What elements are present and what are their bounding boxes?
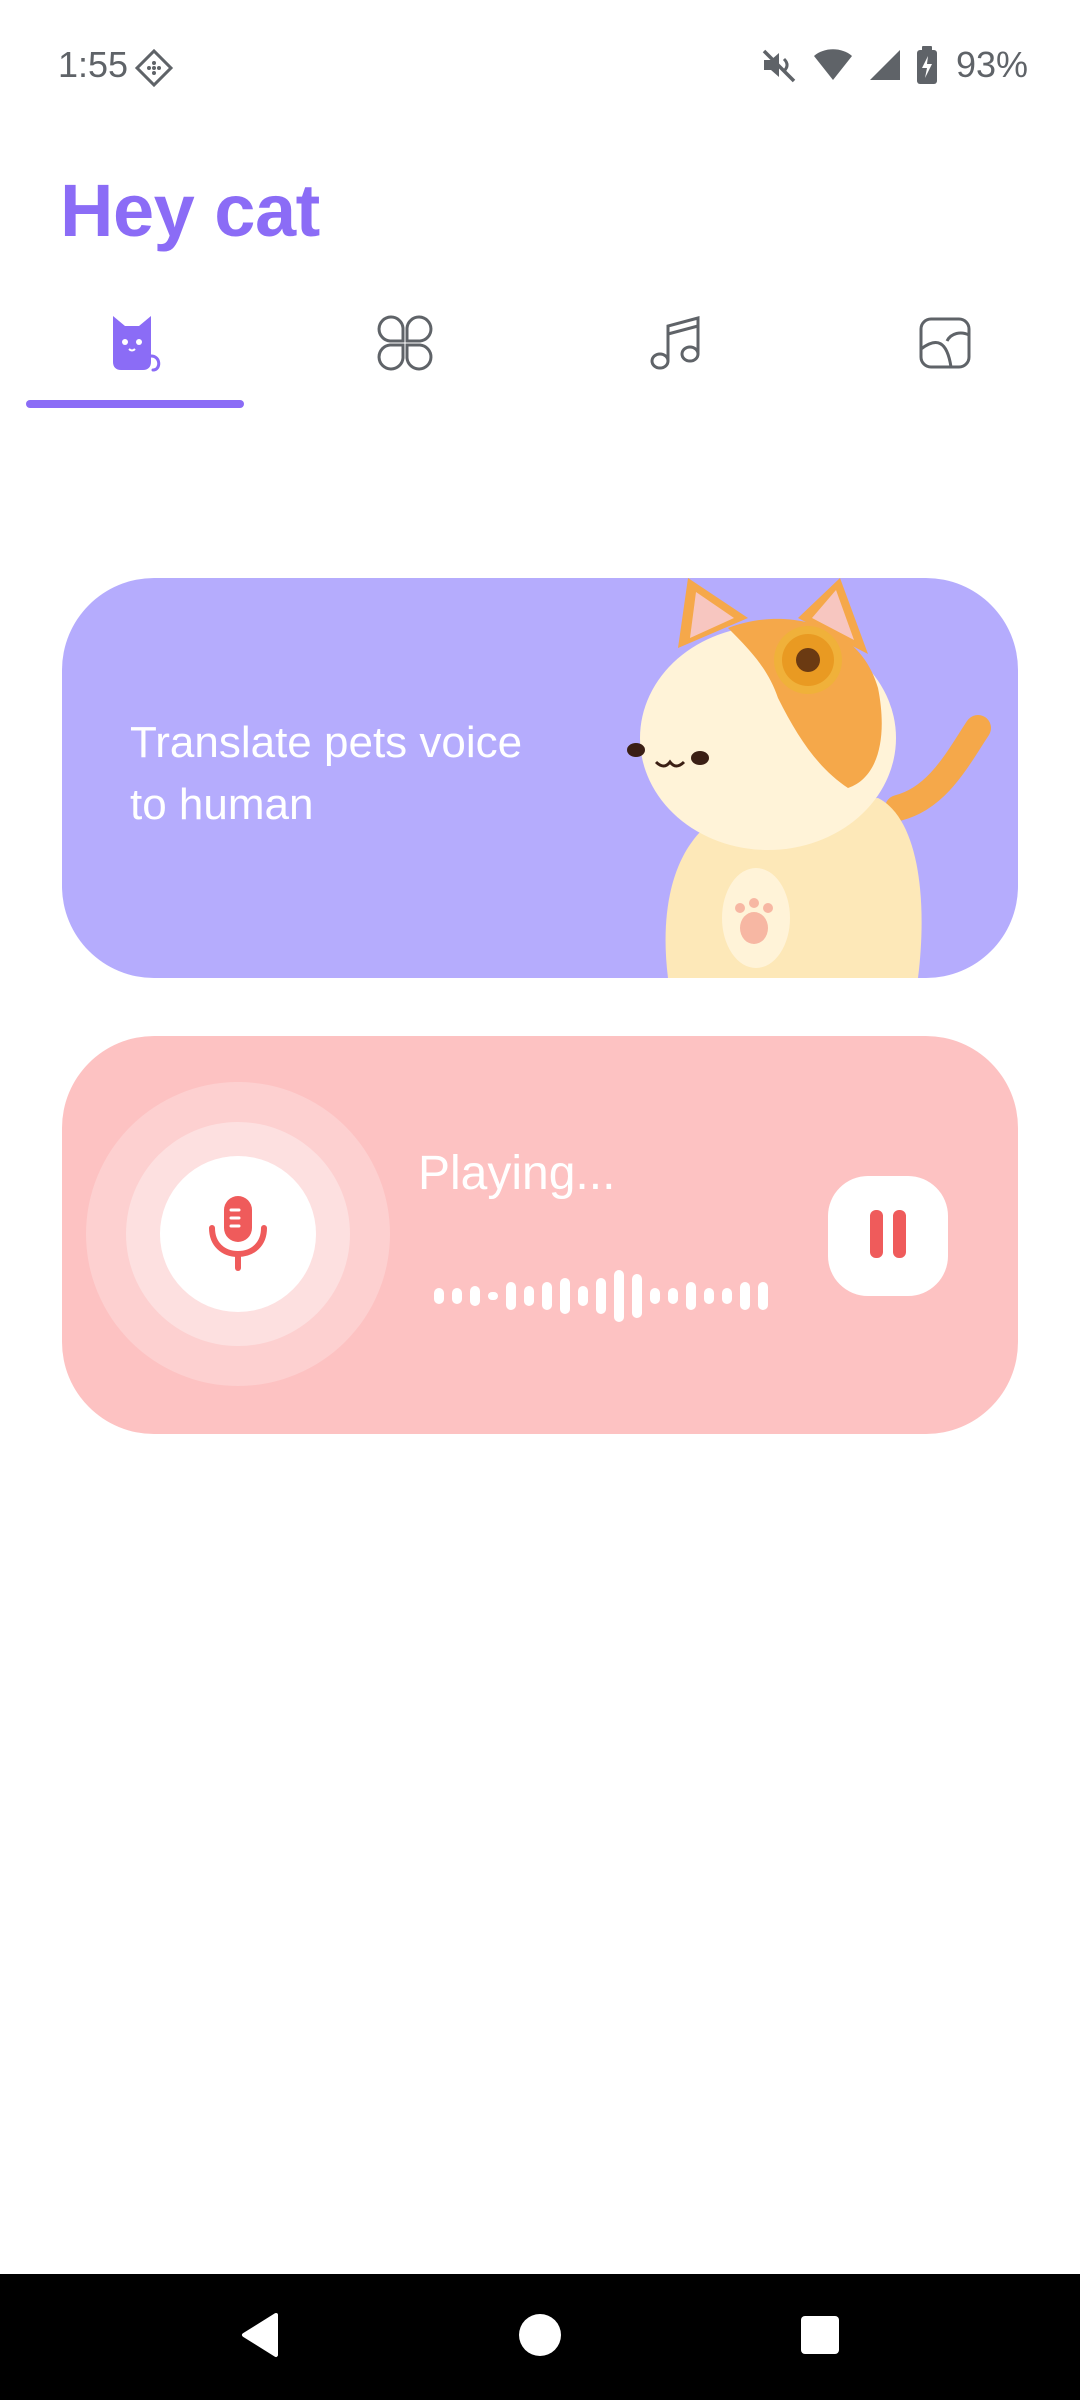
battery-charging-icon <box>916 45 938 85</box>
translate-card[interactable]: Translate pets voice to human <box>62 578 1018 978</box>
pause-button[interactable] <box>828 1176 948 1296</box>
tab-translate[interactable] <box>15 290 255 400</box>
battery-percentage: 93% <box>955 44 1028 85</box>
record-button[interactable] <box>160 1156 316 1312</box>
clover-grid-icon <box>376 314 434 377</box>
microphone-icon <box>203 1192 273 1277</box>
status-time: 1:55 <box>58 44 129 85</box>
sticker-icon <box>917 315 973 376</box>
app-notification-icon <box>134 48 174 88</box>
back-icon <box>238 2311 282 2364</box>
recents-button[interactable] <box>760 2274 880 2400</box>
home-button[interactable] <box>480 2274 600 2400</box>
translate-card-text: Translate pets voice to human <box>130 718 523 829</box>
signal-icon <box>868 46 902 84</box>
tab-bar <box>0 290 1080 410</box>
system-navigation-bar <box>0 2274 1080 2400</box>
tab-stickers[interactable] <box>825 290 1065 400</box>
cat-icon <box>105 312 165 379</box>
player-card: Playing... <box>62 1036 1018 1434</box>
wifi-icon <box>812 46 854 84</box>
status-bar: 1:55 93% <box>0 0 1080 130</box>
mute-icon <box>758 45 798 85</box>
playback-status: Playing... <box>418 1147 616 1200</box>
app-title: Hey cat <box>60 169 320 252</box>
audio-waveform <box>434 1268 794 1324</box>
tab-features[interactable] <box>285 290 525 400</box>
home-icon <box>517 2312 563 2363</box>
tab-sounds[interactable] <box>555 290 795 400</box>
cat-illustration <box>578 578 1018 978</box>
recents-icon <box>799 2314 841 2361</box>
pause-icon <box>866 1208 910 1265</box>
back-button[interactable] <box>200 2274 320 2400</box>
music-note-icon <box>647 314 703 377</box>
tab-indicator <box>26 400 244 408</box>
